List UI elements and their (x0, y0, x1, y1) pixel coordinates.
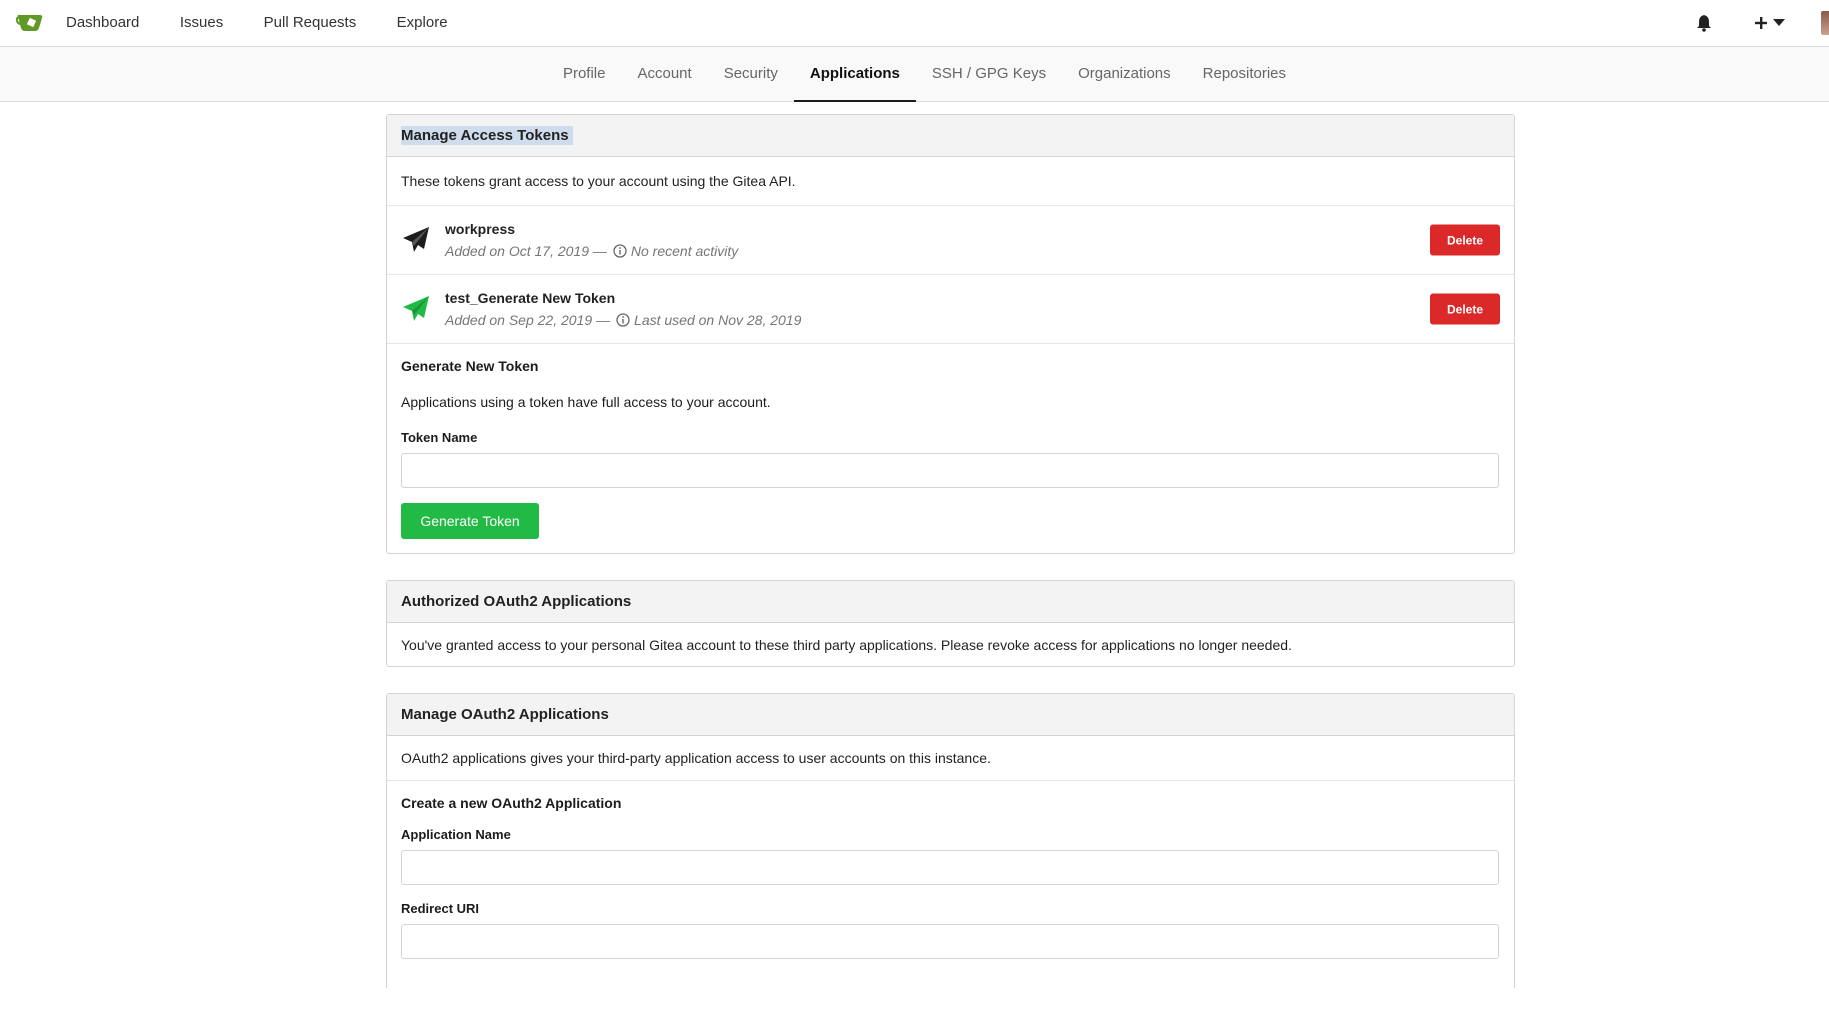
tab-profile[interactable]: Profile (547, 47, 622, 102)
create-oauth2-form: Create a new OAuth2 Application Applicat… (387, 781, 1514, 988)
description-text: These tokens grant access to your accoun… (401, 173, 796, 189)
redirect-uri-label: Redirect URI (401, 901, 480, 916)
tab-security[interactable]: Security (708, 47, 794, 102)
nav-issues[interactable]: Issues (180, 0, 223, 46)
manage-oauth2-panel: Manage OAuth2 Applications OAuth2 applic… (386, 693, 1515, 988)
token-activity: Last used on Nov 28, 2019 (634, 312, 802, 328)
description-text: OAuth2 applications gives your third-par… (401, 750, 991, 766)
authorized-oauth2-panel: Authorized OAuth2 Applications You've gr… (386, 580, 1515, 667)
user-avatar[interactable] (1821, 11, 1829, 35)
tab-applications[interactable]: Applications (793, 47, 916, 102)
delete-token-button[interactable]: Delete (1430, 224, 1500, 256)
token-name-label: Token Name (401, 430, 478, 445)
manage-oauth2-description: OAuth2 applications gives your third-par… (387, 736, 1514, 781)
panel-header: Manage Access Tokens (387, 115, 1514, 157)
tab-organizations[interactable]: Organizations (1062, 47, 1187, 102)
generate-token-title: Generate New Token (401, 358, 539, 374)
access-tokens-description: These tokens grant access to your accoun… (387, 157, 1514, 206)
token-name: workpress (445, 221, 516, 237)
paper-plane-icon (403, 296, 429, 321)
settings-tabs: Profile Account Security Applications SS… (0, 47, 1829, 102)
info-icon (613, 244, 627, 258)
token-row: workpress Added on Oct 17, 2019 — No rec… (387, 206, 1514, 275)
access-tokens-panel: Manage Access Tokens These tokens grant … (386, 114, 1515, 554)
token-added-date: Added on Oct 17, 2019 — (445, 243, 607, 259)
token-row: test_Generate New Token Added on Sep 22,… (387, 275, 1514, 344)
delete-token-button[interactable]: Delete (1430, 293, 1500, 325)
authorized-oauth2-description: You've granted access to your personal G… (387, 623, 1514, 666)
application-name-label: Application Name (401, 827, 511, 842)
authorized-oauth2-title: Authorized OAuth2 Applications (401, 593, 632, 610)
description-text: You've granted access to your personal G… (401, 636, 1292, 653)
info-icon (616, 313, 630, 327)
application-name-input[interactable] (401, 850, 1499, 885)
token-added-date: Added on Sep 22, 2019 — (445, 312, 611, 328)
main-content: Manage Access Tokens These tokens grant … (386, 114, 1515, 1014)
create-oauth2-title: Create a new OAuth2 Application (401, 795, 622, 811)
token-name: test_Generate New Token (445, 290, 616, 306)
top-nav: Dashboard Issues Pull Requests Explore (66, 0, 484, 46)
caret-down-icon (1773, 19, 1785, 26)
create-menu-button[interactable] (1753, 15, 1785, 31)
nav-dashboard[interactable]: Dashboard (66, 0, 139, 46)
tab-account[interactable]: Account (621, 47, 707, 102)
generate-token-form: Generate New Token Applications using a … (387, 344, 1514, 553)
tab-ssh-gpg-keys[interactable]: SSH / GPG Keys (916, 47, 1062, 102)
gitea-logo-icon[interactable] (16, 11, 44, 35)
nav-pull-requests[interactable]: Pull Requests (264, 0, 357, 46)
generate-token-button[interactable]: Generate Token (401, 503, 539, 539)
token-activity: No recent activity (630, 243, 739, 259)
nav-explore[interactable]: Explore (397, 0, 448, 46)
paper-plane-icon (403, 227, 429, 252)
token-name-input[interactable] (401, 453, 1499, 488)
tab-repositories[interactable]: Repositories (1187, 47, 1302, 102)
redirect-uri-input[interactable] (401, 924, 1499, 959)
panel-header: Manage OAuth2 Applications (387, 694, 1514, 736)
generate-token-description: Applications using a token have full acc… (401, 394, 771, 410)
top-navbar: Dashboard Issues Pull Requests Explore (0, 0, 1829, 47)
notifications-bell-icon[interactable] (1695, 14, 1713, 32)
access-tokens-title: Manage Access Tokens (401, 126, 573, 145)
panel-header: Authorized OAuth2 Applications (387, 581, 1514, 623)
plus-icon (1755, 17, 1767, 29)
manage-oauth2-title: Manage OAuth2 Applications (401, 706, 609, 723)
